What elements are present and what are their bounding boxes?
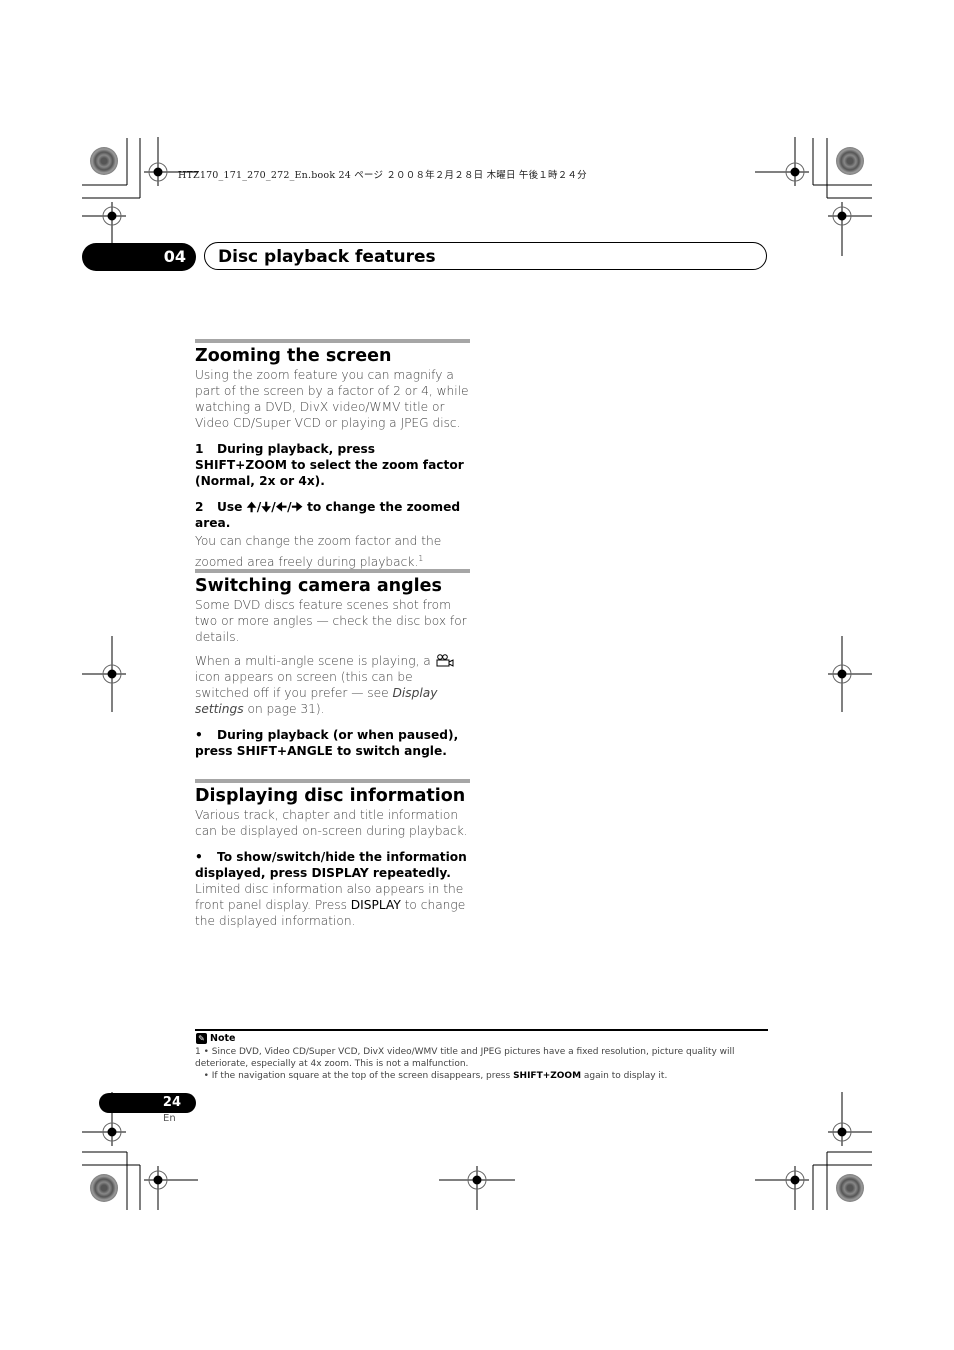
step-body-text: You can change the zoom factor and the z…	[195, 534, 442, 570]
section-camera-angles: Switching camera angles Some DVD discs f…	[195, 569, 470, 759]
section-rule	[195, 339, 470, 343]
step-number: 1	[195, 442, 204, 456]
note-title: Note	[210, 1033, 236, 1044]
para-text: on page 31).	[243, 702, 325, 716]
step-text: Use	[217, 500, 247, 514]
crop-marks	[82, 137, 872, 1210]
section-paragraph: When a multi-angle scene is playing, a i…	[195, 653, 470, 717]
bullet-step: • To show/switch/hide the information dis…	[195, 849, 470, 881]
note-rule	[195, 1029, 768, 1031]
chapter-number: 04	[163, 247, 186, 266]
note-line: 1 • Since DVD, Video CD/Super VCD, DivX …	[195, 1047, 735, 1069]
para-text: When a multi-angle scene is playing, a	[195, 654, 435, 668]
page-language: En	[163, 1113, 176, 1124]
para-text: icon appears on screen (this can be swit…	[195, 670, 413, 700]
section-intro: Various track, chapter and title informa…	[195, 808, 468, 838]
step-text: During playback, press SHIFT+ZOOM to sel…	[195, 442, 464, 488]
color-bar-disc-icon	[836, 1174, 864, 1202]
footnote-ref[interactable]: 1	[418, 554, 423, 563]
section-intro: Some DVD discs feature scenes shot from …	[195, 598, 467, 644]
bullet-step: • During playback (or when paused), press…	[195, 727, 470, 759]
section-intro: Using the zoom feature you can magnify a…	[195, 368, 469, 430]
section-rule	[195, 569, 470, 573]
section-zooming: Zooming the screen Using the zoom featur…	[195, 339, 470, 571]
section-title: Displaying disc information	[195, 786, 466, 806]
step-2: 2 Use 🠉/🠋/🠈/🠊 to change the zoomed area.	[195, 499, 470, 531]
bullet: •	[195, 728, 203, 742]
camera-angle-icon	[435, 654, 455, 668]
step-body: Limited disc information also appears in…	[195, 881, 470, 929]
step-text: To show/switch/hide the information disp…	[195, 850, 467, 880]
color-bar-disc-icon	[836, 147, 864, 175]
note-text: • If the navigation square at the top of…	[195, 1071, 514, 1081]
section-disc-info: Displaying disc information Various trac…	[195, 779, 470, 929]
print-header: HTZ170_171_270_272_En.book 24 ページ ２００８年２…	[178, 170, 587, 181]
button-name: DISPLAY	[350, 898, 401, 912]
step-1: 1 During playback, press SHIFT+ZOOM to se…	[195, 441, 470, 489]
arrow-keys-icon: 🠉/🠋/🠈/🠊	[246, 500, 303, 514]
color-bar-disc-icon	[90, 147, 118, 175]
section-title: Zooming the screen	[195, 346, 392, 366]
note-heading: ✎ Note	[196, 1033, 235, 1044]
step-body: You can change the zoom factor and the z…	[195, 532, 470, 571]
button-name: SHIFT+ZOOM	[513, 1071, 582, 1081]
section-title: Switching camera angles	[195, 576, 442, 596]
chapter-title: Disc playback features	[218, 247, 436, 267]
color-bar-disc-icon	[90, 1174, 118, 1202]
note-text: again to display it.	[581, 1071, 668, 1081]
note-body: 1 • Since DVD, Video CD/Super VCD, DivX …	[195, 1046, 770, 1082]
section-rule	[195, 779, 470, 783]
page-number: 24	[162, 1095, 181, 1110]
step-text: During playback (or when paused), press …	[195, 728, 459, 758]
bullet: •	[195, 850, 203, 864]
note-line: • If the navigation square at the top of…	[195, 1070, 770, 1082]
step-number: 2	[195, 500, 204, 514]
pencil-note-icon: ✎	[196, 1033, 207, 1044]
